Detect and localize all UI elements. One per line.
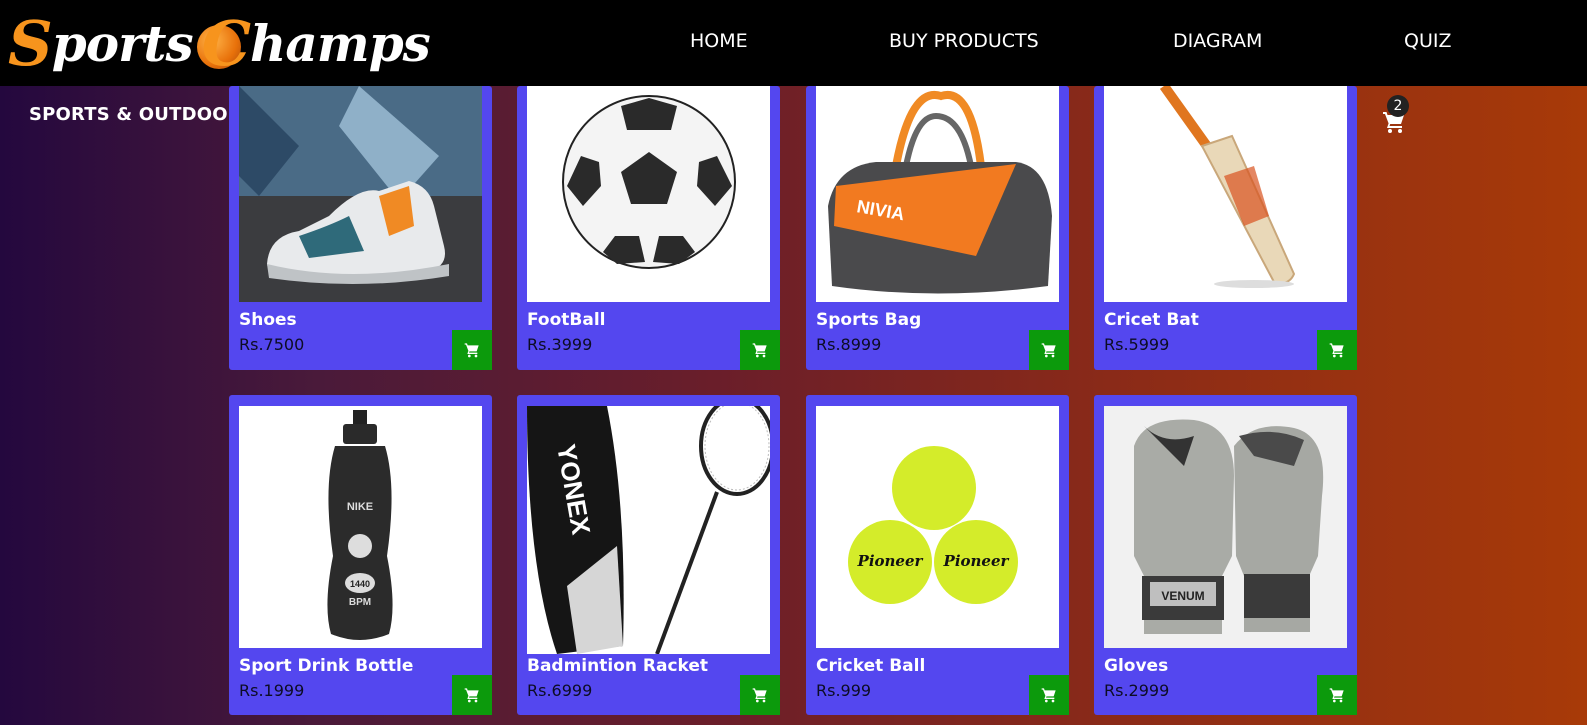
product-card-football: FootBall Rs.3999 xyxy=(517,86,780,370)
site-logo[interactable]: Sports Champs xyxy=(8,2,431,84)
logo-text-ports: ports xyxy=(51,13,194,73)
product-name: Sport Drink Bottle xyxy=(239,656,414,676)
product-price: Rs.5999 xyxy=(1104,335,1170,354)
bottle-brand-text: NIKE xyxy=(347,501,373,513)
ball-brand-text-left: Pioneer xyxy=(857,552,924,570)
add-to-cart-button[interactable] xyxy=(1317,330,1357,370)
product-card-cricket-bat: Cricet Bat Rs.5999 xyxy=(1094,86,1357,370)
product-image-football[interactable] xyxy=(527,86,770,302)
product-image-cricket-bat[interactable] xyxy=(1104,86,1347,302)
cart-icon xyxy=(752,688,767,703)
top-navbar: Sports Champs HOME BUY PRODUCTS DIAGRAM … xyxy=(0,0,1587,86)
ball-brand-text-right: Pioneer xyxy=(943,552,1010,570)
add-to-cart-button[interactable] xyxy=(740,330,780,370)
cart-count-badge: 2 xyxy=(1387,95,1409,117)
add-to-cart-button[interactable] xyxy=(452,675,492,715)
product-image-cricket-ball[interactable]: Pioneer Pioneer xyxy=(816,406,1059,648)
product-card-cricket-ball: Pioneer Pioneer Cricket Ball Rs.999 xyxy=(806,395,1069,715)
category-title: SPORTS & OUTDOOR xyxy=(29,104,242,125)
logo-text-hamps: hamps xyxy=(250,13,431,73)
product-price: Rs.3999 xyxy=(527,335,593,354)
product-price: Rs.2999 xyxy=(1104,681,1170,700)
product-price: Rs.1999 xyxy=(239,681,305,700)
cart-icon xyxy=(464,343,479,358)
product-image-sports-bag[interactable]: NIVIA xyxy=(816,86,1059,302)
cart-icon xyxy=(464,688,479,703)
product-name: Cricket Ball xyxy=(816,656,926,676)
product-image-shoes[interactable] xyxy=(239,86,482,302)
product-card-sports-bag: NIVIA Sports Bag Rs.8999 xyxy=(806,86,1069,370)
product-image-gloves[interactable]: VENUM xyxy=(1104,406,1347,648)
add-to-cart-button[interactable] xyxy=(740,675,780,715)
nav-home[interactable]: HOME xyxy=(690,30,748,52)
cart-icon xyxy=(1041,688,1056,703)
product-name: FootBall xyxy=(527,310,606,330)
product-card-gloves: VENUM Gloves Rs.2999 xyxy=(1094,395,1357,715)
add-to-cart-button[interactable] xyxy=(452,330,492,370)
product-price: Rs.7500 xyxy=(239,335,305,354)
product-name: Shoes xyxy=(239,310,297,330)
cart-icon xyxy=(1041,343,1056,358)
cart-icon xyxy=(1329,688,1344,703)
product-name: Gloves xyxy=(1104,656,1169,676)
add-to-cart-button[interactable] xyxy=(1029,330,1069,370)
product-price: Rs.999 xyxy=(816,681,872,700)
logo-letter-s: S xyxy=(8,6,53,80)
glove-brand-text: VENUM xyxy=(1161,589,1204,603)
product-name: Sports Bag xyxy=(816,310,922,330)
product-name: Badmintion Racket xyxy=(527,656,709,676)
product-name: Cricet Bat xyxy=(1104,310,1199,330)
product-card-badminton-racket: YONEX Badmintion Racket Rs.6999 xyxy=(517,395,780,715)
cart-icon xyxy=(1329,343,1344,358)
product-price: Rs.6999 xyxy=(527,681,593,700)
product-card-shoes: Shoes Rs.7500 xyxy=(229,86,492,370)
add-to-cart-button[interactable] xyxy=(1029,675,1069,715)
logo-letter-c: C xyxy=(201,6,251,80)
product-image-badminton-racket[interactable]: YONEX xyxy=(527,406,770,654)
nav-buy-products[interactable]: BUY PRODUCTS xyxy=(889,30,1039,52)
product-price: Rs.8999 xyxy=(816,335,882,354)
product-card-drink-bottle: NIKE 1440 BPM Sport Drink Bottle Rs.1999 xyxy=(229,395,492,715)
product-image-drink-bottle[interactable]: NIKE 1440 BPM xyxy=(239,406,482,648)
add-to-cart-button[interactable] xyxy=(1317,675,1357,715)
nav-diagram[interactable]: DIAGRAM xyxy=(1173,30,1262,52)
bottle-number-text: 1440 xyxy=(350,579,370,589)
nav-quiz[interactable]: QUIZ xyxy=(1404,30,1451,52)
bottle-unit-text: BPM xyxy=(349,597,371,608)
cart-icon xyxy=(752,343,767,358)
